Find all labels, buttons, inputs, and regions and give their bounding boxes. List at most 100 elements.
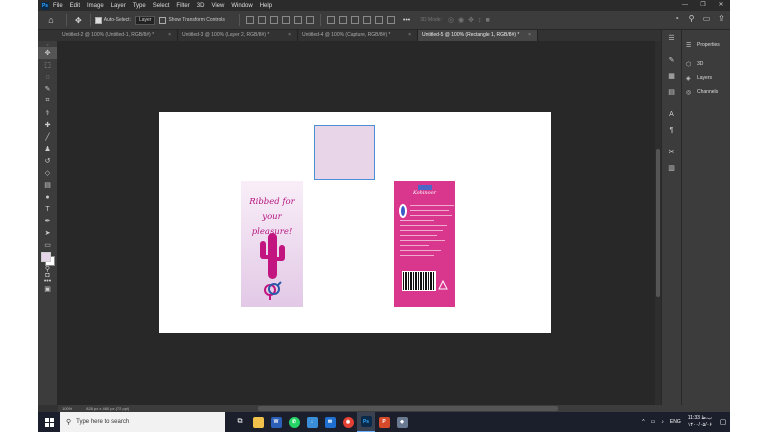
- quick-mask-icon[interactable]: ◘: [38, 269, 57, 281]
- selected-rectangle-layer[interactable]: [314, 125, 375, 180]
- panel-properties[interactable]: ☰ Properties: [682, 38, 730, 52]
- rectangle-tool-icon[interactable]: ▭: [38, 239, 57, 251]
- close-button[interactable]: ✕: [712, 0, 730, 11]
- workspace-icon[interactable]: ▭: [702, 14, 711, 23]
- lasso-tool-icon[interactable]: ◌: [38, 71, 57, 83]
- share-icon[interactable]: ⇪: [717, 14, 726, 23]
- move-tool-icon[interactable]: ✥: [38, 47, 57, 59]
- start-button[interactable]: [38, 412, 60, 432]
- search-icon[interactable]: ⚲: [687, 14, 696, 23]
- distribute-middle-icon[interactable]: [338, 16, 347, 24]
- menu-layer[interactable]: Layer: [111, 3, 126, 9]
- distribute-left-icon[interactable]: [362, 16, 371, 24]
- tab-untitled-4[interactable]: Untitled-4 @ 100% (Capture, RGB/8#) * ×: [298, 30, 418, 41]
- 3d-scale-icon[interactable]: ■: [486, 17, 490, 24]
- auto-select-checkbox[interactable]: [94, 16, 102, 24]
- show-hidden-icons-icon[interactable]: ^: [642, 419, 644, 425]
- chrome-icon[interactable]: ◉: [339, 412, 357, 432]
- dodge-tool-icon[interactable]: ●: [38, 191, 57, 203]
- eraser-tool-icon[interactable]: ◇: [38, 167, 57, 179]
- horizontal-scrollbar[interactable]: [258, 406, 558, 411]
- tab-close-icon[interactable]: ×: [408, 30, 411, 41]
- menu-help[interactable]: Help: [260, 3, 272, 9]
- more-options-icon[interactable]: •••: [403, 17, 410, 24]
- screen-mode-icon[interactable]: ▣: [38, 283, 57, 295]
- brush-tool-icon[interactable]: ╱: [38, 131, 57, 143]
- distribute-center-icon[interactable]: [374, 16, 383, 24]
- file-explorer-icon[interactable]: [249, 412, 267, 432]
- panel-3d[interactable]: ⬡ 3D: [682, 57, 730, 71]
- menu-3d[interactable]: 3D: [197, 3, 205, 9]
- swatches-icon[interactable]: ▦: [662, 68, 681, 84]
- align-middle-icon[interactable]: [257, 16, 266, 24]
- tools-preset-icon[interactable]: ✂: [662, 144, 681, 160]
- align-left-icon[interactable]: [281, 16, 290, 24]
- tab-close-icon[interactable]: ×: [168, 30, 171, 41]
- home-icon[interactable]: ⌂: [46, 15, 56, 25]
- type-tool-icon[interactable]: T: [38, 203, 57, 215]
- align-top-icon[interactable]: [245, 16, 254, 24]
- task-view-icon[interactable]: ⧉: [231, 412, 249, 432]
- menu-select[interactable]: Select: [153, 3, 170, 9]
- panel-channels[interactable]: ◎ Channels: [682, 85, 730, 99]
- show-transform-checkbox[interactable]: [159, 16, 167, 24]
- menu-edit[interactable]: Edit: [70, 3, 80, 9]
- zoom-level[interactable]: 100%: [62, 406, 72, 411]
- notification-icon[interactable]: ▢: [716, 412, 730, 432]
- language-indicator[interactable]: ENG: [670, 419, 681, 425]
- scrollbar-thumb[interactable]: [656, 149, 660, 297]
- taskbar-search[interactable]: ⚲ Type here to search: [60, 412, 225, 432]
- tab-close-icon[interactable]: ×: [288, 30, 291, 41]
- layer-select-dropdown[interactable]: Layer: [134, 15, 156, 25]
- maximize-button[interactable]: ❐: [694, 0, 712, 11]
- 3d-orbit-icon[interactable]: ◎: [448, 16, 454, 24]
- document-canvas[interactable]: Ribbed for your pleasure! Kohinoor: [159, 112, 551, 333]
- quick-select-tool-icon[interactable]: ✎: [38, 83, 57, 95]
- 3d-pan-icon[interactable]: ✥: [468, 16, 474, 24]
- word-icon[interactable]: W: [267, 412, 285, 432]
- minimize-button[interactable]: —: [676, 0, 694, 11]
- path-select-tool-icon[interactable]: ➤: [38, 227, 57, 239]
- distribute-bottom-icon[interactable]: [350, 16, 359, 24]
- align-right-icon[interactable]: [305, 16, 314, 24]
- menu-image[interactable]: Image: [87, 3, 104, 9]
- network-icon[interactable]: ▭: [651, 419, 656, 425]
- taskbar-clock[interactable]: 11:33 ب.ظ ۱۴۰۰/۰۵/۰۶: [688, 415, 712, 429]
- marquee-tool-icon[interactable]: ⬚: [38, 59, 57, 71]
- healing-brush-tool-icon[interactable]: ✚: [38, 119, 57, 131]
- foreground-color-swatch[interactable]: [41, 252, 51, 262]
- tab-close-icon[interactable]: ×: [528, 30, 531, 41]
- info-icon[interactable]: ▥: [662, 160, 681, 176]
- whatsapp-icon[interactable]: ✆: [285, 412, 303, 432]
- history-icon[interactable]: ☰: [662, 30, 681, 46]
- pen-tool-icon[interactable]: ✒: [38, 215, 57, 227]
- paragraph-icon[interactable]: ¶: [662, 122, 681, 138]
- volume-icon[interactable]: ♪: [661, 419, 664, 425]
- 3d-slide-icon[interactable]: ↕: [478, 17, 482, 24]
- menu-view[interactable]: View: [211, 3, 224, 9]
- download-manager-icon[interactable]: ↓: [303, 412, 321, 432]
- tab-untitled-3[interactable]: Untitled-3 @ 100% (Layer 2, RGB/8#) * ×: [178, 30, 298, 41]
- office-icon[interactable]: P: [375, 412, 393, 432]
- clone-stamp-tool-icon[interactable]: ♟: [38, 143, 57, 155]
- eyedropper-tool-icon[interactable]: ⚕: [38, 107, 57, 119]
- brush-settings-icon[interactable]: ✎: [662, 52, 681, 68]
- app-icon[interactable]: ◆: [393, 412, 411, 432]
- gradient-tool-icon[interactable]: ▤: [38, 179, 57, 191]
- mail-icon[interactable]: ✉: [321, 412, 339, 432]
- tab-untitled-5[interactable]: Untitled-5 @ 100% (Rectangle 1, RGB/8#) …: [418, 30, 538, 41]
- tab-untitled-2[interactable]: Untitled-2 @ 100% (Untitled-1, RGB/8#) *…: [58, 30, 178, 41]
- adjustments-icon[interactable]: ▤: [662, 84, 681, 100]
- distribute-top-icon[interactable]: [326, 16, 335, 24]
- panel-layers[interactable]: ◈ Layers: [682, 71, 730, 85]
- 3d-roll-icon[interactable]: ◉: [458, 16, 464, 24]
- user-icon[interactable]: ◔: [672, 14, 681, 23]
- menu-window[interactable]: Window: [231, 3, 252, 9]
- align-bottom-icon[interactable]: [269, 16, 278, 24]
- photoshop-taskbar-icon[interactable]: Ps: [357, 412, 375, 432]
- history-brush-tool-icon[interactable]: ↺: [38, 155, 57, 167]
- crop-tool-icon[interactable]: ⌗: [38, 95, 57, 107]
- move-tool-icon[interactable]: ✥: [75, 16, 82, 25]
- menu-type[interactable]: Type: [133, 3, 146, 9]
- character-icon[interactable]: A: [662, 106, 681, 122]
